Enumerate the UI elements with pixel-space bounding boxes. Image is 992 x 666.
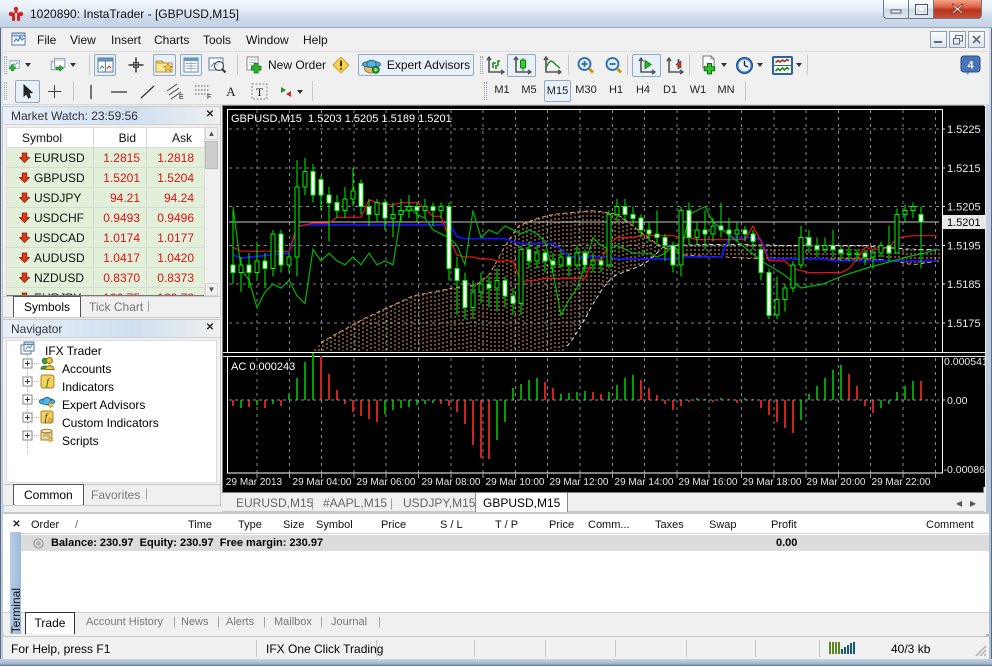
svg-text:29 Mar 16:00: 29 Mar 16:00 (679, 477, 738, 487)
svg-text:1.5195: 1.5195 (947, 240, 981, 252)
svg-text:1.5185: 1.5185 (947, 279, 981, 291)
svg-text:29 Mar 22:00: 29 Mar 22:00 (872, 477, 931, 487)
svg-text:1.5205: 1.5205 (947, 202, 981, 214)
svg-text:1.5225: 1.5225 (947, 124, 981, 136)
svg-text:T: T (255, 85, 263, 99)
svg-text:GBPUSD,M15 1.5203 1.5205 1.51: GBPUSD,M15 1.5203 1.5205 1.5189 1.5201 (231, 113, 452, 125)
svg-text:1.5175: 1.5175 (947, 318, 981, 330)
svg-text:29 Mar 12:00: 29 Mar 12:00 (550, 477, 609, 487)
svg-text:AC 0.000243: AC 0.000243 (231, 361, 295, 373)
svg-text:29 Mar 20:00: 29 Mar 20:00 (807, 477, 866, 487)
svg-text:29 Mar 04:00: 29 Mar 04:00 (293, 477, 352, 487)
svg-text:29 Mar 06:00: 29 Mar 06:00 (357, 477, 416, 487)
svg-text:0.00: 0.00 (947, 395, 968, 407)
svg-text:1.5201: 1.5201 (947, 217, 981, 229)
svg-text:29 Mar 10:00: 29 Mar 10:00 (486, 477, 545, 487)
svg-text:-0.00086: -0.00086 (944, 464, 986, 476)
svg-text:1.5215: 1.5215 (947, 163, 981, 175)
svg-text:E: E (179, 94, 184, 100)
svg-text:F: F (207, 94, 211, 100)
svg-text:29 Mar 2013: 29 Mar 2013 (226, 477, 283, 487)
svg-text:29 Mar 18:00: 29 Mar 18:00 (743, 477, 802, 487)
svg-text:29 Mar 14:00: 29 Mar 14:00 (615, 477, 674, 487)
svg-text:4: 4 (967, 60, 974, 72)
svg-text:29 Mar 08:00: 29 Mar 08:00 (422, 477, 481, 487)
svg-text:0.000541: 0.000541 (944, 356, 985, 368)
